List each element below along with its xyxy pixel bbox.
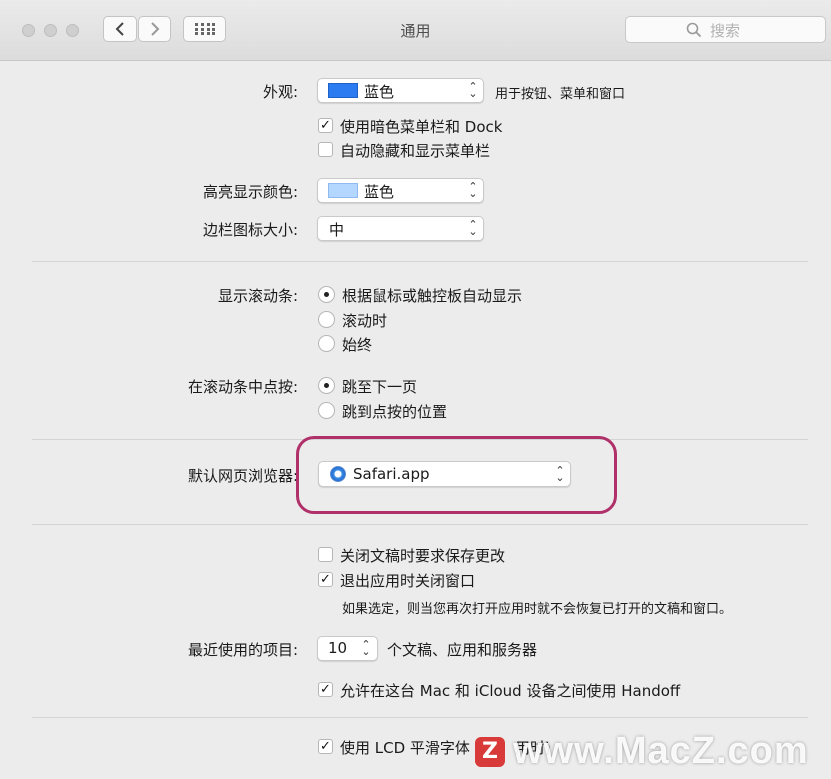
close-docs-label: 关闭文稿时要求保存更改	[340, 547, 506, 565]
lcd-label: 使用 LCD 平滑字体	[340, 739, 470, 757]
divider	[32, 717, 808, 718]
lcd-checkbox[interactable]: ✓	[318, 739, 333, 754]
sidebar-icon-value: 中	[329, 221, 345, 239]
close-windows-label: 退出应用时关闭窗口	[340, 572, 476, 590]
appearance-note: 用于按钮、菜单和窗口	[495, 87, 626, 102]
recent-suffix: 个文稿、应用和服务器	[387, 641, 538, 659]
scrollbars-radio-always[interactable]	[318, 335, 335, 352]
close-docs-checkbox[interactable]	[318, 547, 333, 562]
annotation-highlight-box	[296, 436, 617, 514]
scrollbars-radio-auto[interactable]	[318, 286, 335, 303]
appearance-swatch	[328, 83, 358, 98]
scrollbars-option-auto: 根据鼠标或触控板自动显示	[342, 287, 523, 305]
scrollbars-label: 显示滚动条:	[217, 287, 298, 305]
dark-menu-checkbox[interactable]: ✓	[318, 118, 333, 133]
recent-value: 10	[328, 639, 348, 657]
close-windows-note: 如果选定，则当您再次打开应用时就不会恢复已打开的文稿和窗口。	[342, 602, 733, 617]
chevron-up-down-icon: ⌃ ⌄	[468, 180, 478, 200]
scrollbars-option-always: 始终	[342, 336, 373, 354]
highlight-swatch	[328, 183, 358, 198]
watermark-logo: Z	[475, 737, 505, 767]
divider	[32, 524, 808, 525]
click-scroll-option-next-page: 跳至下一页	[342, 378, 418, 396]
divider	[32, 261, 808, 262]
auto-hide-checkbox[interactable]	[318, 142, 333, 157]
chevron-up-down-icon: ⌃ ⌄	[361, 638, 371, 658]
chevron-up-down-icon: ⌃ ⌄	[468, 218, 478, 238]
scrollbars-option-scrolling: 滚动时	[342, 312, 388, 330]
sidebar-icon-label: 边栏图标大小:	[202, 221, 298, 239]
recent-label: 最近使用的项目:	[187, 641, 298, 659]
click-scroll-label: 在滚动条中点按:	[187, 378, 298, 396]
search-placeholder: 搜索	[710, 22, 741, 40]
close-windows-checkbox[interactable]: ✓	[318, 572, 333, 587]
auto-hide-label: 自动隐藏和显示菜单栏	[340, 142, 491, 160]
highlight-label: 高亮显示颜色:	[202, 183, 298, 201]
click-scroll-option-spot: 跳到点按的位置	[342, 403, 448, 421]
appearance-value: 蓝色	[364, 83, 395, 101]
handoff-label: 允许在这台 Mac 和 iCloud 设备之间使用 Handoff	[340, 682, 681, 700]
dark-menu-label: 使用暗色菜单栏和 Dock	[340, 118, 503, 136]
watermark-text: www.MacZ.com	[513, 730, 809, 772]
browser-label: 默认网页浏览器:	[187, 467, 298, 485]
chevron-up-down-icon: ⌃ ⌄	[468, 80, 478, 100]
click-scroll-radio-next-page[interactable]	[318, 377, 335, 394]
handoff-checkbox[interactable]: ✓	[318, 682, 333, 697]
scrollbars-radio-scrolling[interactable]	[318, 311, 335, 328]
appearance-label: 外观:	[262, 83, 298, 101]
click-scroll-radio-spot[interactable]	[318, 402, 335, 419]
highlight-value: 蓝色	[364, 183, 395, 201]
search-icon	[686, 22, 702, 38]
